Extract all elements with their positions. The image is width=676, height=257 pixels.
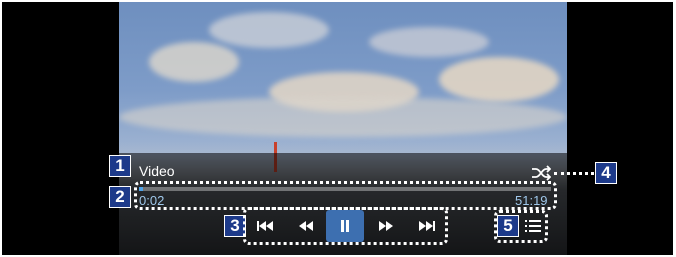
fast-forward-icon — [379, 221, 393, 231]
seek-bar[interactable] — [139, 187, 551, 191]
screenshot: 1 Video 4 2 0:02 51:19 3 5 — [0, 0, 676, 257]
shuffle-button[interactable] — [531, 165, 552, 181]
skip-previous-button[interactable] — [246, 210, 284, 242]
skip-previous-icon — [257, 221, 273, 231]
cloud — [149, 42, 239, 82]
fast-forward-button[interactable] — [367, 210, 405, 242]
cloud — [369, 27, 489, 57]
callout-4: 4 — [595, 162, 617, 184]
cloud — [439, 57, 559, 102]
callout-4-leader — [554, 172, 594, 175]
video-title: Video — [139, 163, 175, 179]
cloud — [119, 97, 567, 137]
pause-icon — [341, 220, 349, 232]
callout-2-highlight — [134, 181, 557, 210]
playlist-icon — [525, 220, 541, 232]
total-duration: 51:19 — [515, 193, 548, 208]
rewind-icon — [299, 221, 313, 231]
seek-bar-fill — [139, 187, 144, 191]
callout-2: 2 — [109, 186, 131, 208]
rewind-button[interactable] — [287, 210, 325, 242]
pause-button[interactable] — [326, 210, 364, 242]
cloud — [209, 12, 329, 48]
callout-1: 1 — [109, 155, 131, 177]
skip-next-icon — [419, 221, 435, 231]
playlist-button[interactable] — [519, 212, 547, 240]
elapsed-time: 0:02 — [139, 193, 165, 208]
shuffle-icon — [532, 165, 552, 181]
skip-next-button[interactable] — [408, 210, 446, 242]
